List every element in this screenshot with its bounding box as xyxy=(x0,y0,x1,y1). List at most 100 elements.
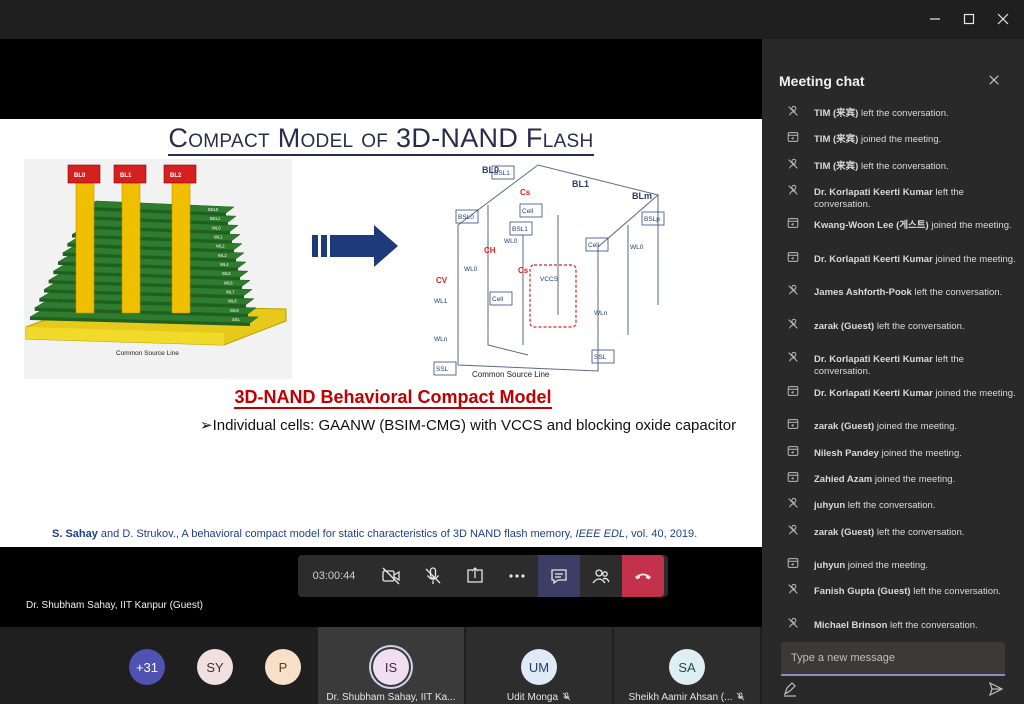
stack-layer-label: WL0 xyxy=(212,225,221,230)
minimize-button[interactable] xyxy=(920,4,950,34)
schematic-label: VCCS xyxy=(540,276,559,283)
chat-event-text: left the conversation. xyxy=(911,287,1003,299)
chat-event-text: joined the meeting. xyxy=(845,560,929,572)
chat-event: Nilesh Pandey joined the meeting. xyxy=(762,443,1024,469)
share-screen-button[interactable] xyxy=(454,555,496,597)
schematic-label: BSL1 xyxy=(512,226,528,233)
schematic-label: Cell xyxy=(522,208,534,215)
chat-event-text: left the conversation. xyxy=(858,108,949,119)
chat-event: James Ashforth-Pook left the conversatio… xyxy=(762,282,1024,316)
chat-event-name: TIM (来宾) xyxy=(814,160,859,172)
participant-avatar: UM xyxy=(521,649,557,685)
person-left-icon xyxy=(788,158,798,169)
person-joined-icon xyxy=(787,472,799,482)
chat-event: Dr. Korlapati Keerti Kumar left the conv… xyxy=(762,182,1024,216)
schematic-label: WL1 xyxy=(434,298,448,305)
send-button[interactable] xyxy=(988,681,1004,697)
chat-event-name: zarak (Guest) xyxy=(814,526,875,538)
person-joined-icon xyxy=(787,218,799,229)
stack-layer-label: BSL1 xyxy=(210,216,221,221)
overflow-participants-button[interactable]: +31 xyxy=(129,649,165,685)
person-left-icon xyxy=(788,584,798,595)
camera-toggle-button[interactable] xyxy=(370,555,412,597)
participant-avatar[interactable]: P xyxy=(265,649,301,685)
chat-event-name: Dr. Korlapati Keerti Kumar xyxy=(814,253,933,265)
reference-journal: IEEE EDL xyxy=(575,528,626,540)
chat-event-text: joined the meeting. xyxy=(932,253,1016,265)
slide-subtitle: 3D-NAND Behavioral Compact Model xyxy=(0,387,762,409)
phone-hang-up-icon xyxy=(635,573,651,580)
chat-event-name: juhyun xyxy=(814,560,846,572)
chat-event-text: left the conversation. xyxy=(874,320,965,332)
more-actions-button[interactable] xyxy=(496,555,538,597)
mic-toggle-button[interactable] xyxy=(412,555,454,597)
maximize-button[interactable] xyxy=(954,4,984,34)
chat-event-text: joined the meeting. xyxy=(928,220,1012,232)
meeting-chat-panel: Meeting chat TIM (来宾) left the conversat… xyxy=(762,39,1024,704)
chat-event-text: joined the meeting. xyxy=(878,447,962,459)
person-joined-icon xyxy=(787,558,799,568)
participant-name-text: Dr. Shubham Sahay, IIT Ka... xyxy=(326,692,456,703)
chat-toggle-button[interactable] xyxy=(538,555,580,597)
chat-event-text: left the conversation. xyxy=(887,619,978,631)
chat-event: Dr. Korlapati Keerti Kumar joined the me… xyxy=(762,249,1024,283)
slide-title-text: Compact Model of 3D-NAND Flash xyxy=(168,123,594,156)
participant-tile[interactable]: SA Sheikh Aamir Ahsan (... xyxy=(614,627,760,704)
mic-off-icon xyxy=(425,567,441,584)
stack-layer-label: WL2 xyxy=(216,244,225,249)
more-icon xyxy=(509,574,525,578)
stack-layer-label: WL4 xyxy=(220,262,229,267)
chat-event-text: joined the meeting. xyxy=(858,134,942,146)
teams-meeting-window: Compact Model of 3D-NAND Flash SSL WL9 WL8… xyxy=(0,0,1024,704)
schematic-label: Cell xyxy=(492,296,504,303)
participant-name: Sheikh Aamir Ahsan (... xyxy=(614,692,760,703)
slide-reference: S. Sahay and D. Strukov., A behavioral c… xyxy=(52,528,697,540)
shared-screen-stage: Compact Model of 3D-NAND Flash SSL WL9 WL8… xyxy=(0,39,762,627)
chat-event-name: James Ashforth-Pook xyxy=(814,287,912,299)
hang-up-button[interactable] xyxy=(622,555,664,597)
chat-event: zarak (Guest) left the conversation. xyxy=(762,316,1024,350)
send-icon xyxy=(988,681,1004,697)
person-joined-icon xyxy=(787,132,799,143)
chat-event-name: Dr. Korlapati Keerti Kumar xyxy=(814,186,933,198)
schematic-label: WL0 xyxy=(464,266,478,273)
close-icon xyxy=(997,13,1009,25)
participant-tile[interactable]: IS Dr. Shubham Sahay, IIT Ka... xyxy=(318,627,464,704)
schematic-label: Cell xyxy=(588,242,600,249)
chat-event: TIM (来宾) joined the meeting. xyxy=(762,129,1024,155)
chat-event-text: left the conversation. xyxy=(845,500,936,512)
bitline-pillar xyxy=(171,180,191,314)
close-window-button[interactable] xyxy=(988,4,1018,34)
participant-avatar[interactable]: SY xyxy=(197,649,233,685)
minimize-icon xyxy=(930,18,940,20)
schematic-label: BSL0 xyxy=(458,214,474,221)
format-button[interactable] xyxy=(782,681,798,697)
schematic-label: SSL xyxy=(594,354,607,361)
chat-event: zarak (Guest) joined the meeting. xyxy=(762,416,1024,442)
person-left-icon xyxy=(788,498,798,508)
close-chat-button[interactable] xyxy=(988,73,1002,87)
schematic-label: WL0 xyxy=(504,238,518,245)
compose-box[interactable] xyxy=(781,642,1005,676)
chat-event-list[interactable]: TIM (来宾) left the conversation. TIM (来宾) … xyxy=(762,103,1024,675)
chat-event: juhyun left the conversation. xyxy=(762,495,1024,521)
chat-event-name: juhyun xyxy=(814,500,846,512)
chat-event-name: zarak (Guest) xyxy=(814,421,875,433)
chat-panel-title: Meeting chat xyxy=(779,73,865,89)
participants-button[interactable] xyxy=(580,555,622,597)
chat-event-name: TIM (来宾) xyxy=(814,108,859,119)
message-input[interactable] xyxy=(781,642,1005,674)
person-left-icon xyxy=(788,184,798,195)
bitline-pillar xyxy=(75,180,95,314)
stack-layer-label: WL8 xyxy=(228,299,237,304)
reference-text: and D. Strukov., A behavioral compact mo… xyxy=(97,528,576,540)
chat-event: zarak (Guest) left the conversation. xyxy=(762,522,1024,556)
camera-off-icon xyxy=(382,567,400,585)
schematic-label: Cs xyxy=(518,266,529,275)
3d-nand-stack-figure: SSL WL9 WL8 WL7 WL6 WL5 WL4 WL3 WL2 WL1 WL0 BSL1 BSL… xyxy=(24,159,292,379)
bitline-label: BL0 xyxy=(74,173,86,179)
participant-tile[interactable]: UM Udit Monga xyxy=(466,627,612,704)
chat-event-name: Michael Brinson xyxy=(814,619,888,631)
chat-event-name: Nilesh Pandey xyxy=(814,447,879,459)
chat-event-text: joined the meeting. xyxy=(872,473,956,485)
